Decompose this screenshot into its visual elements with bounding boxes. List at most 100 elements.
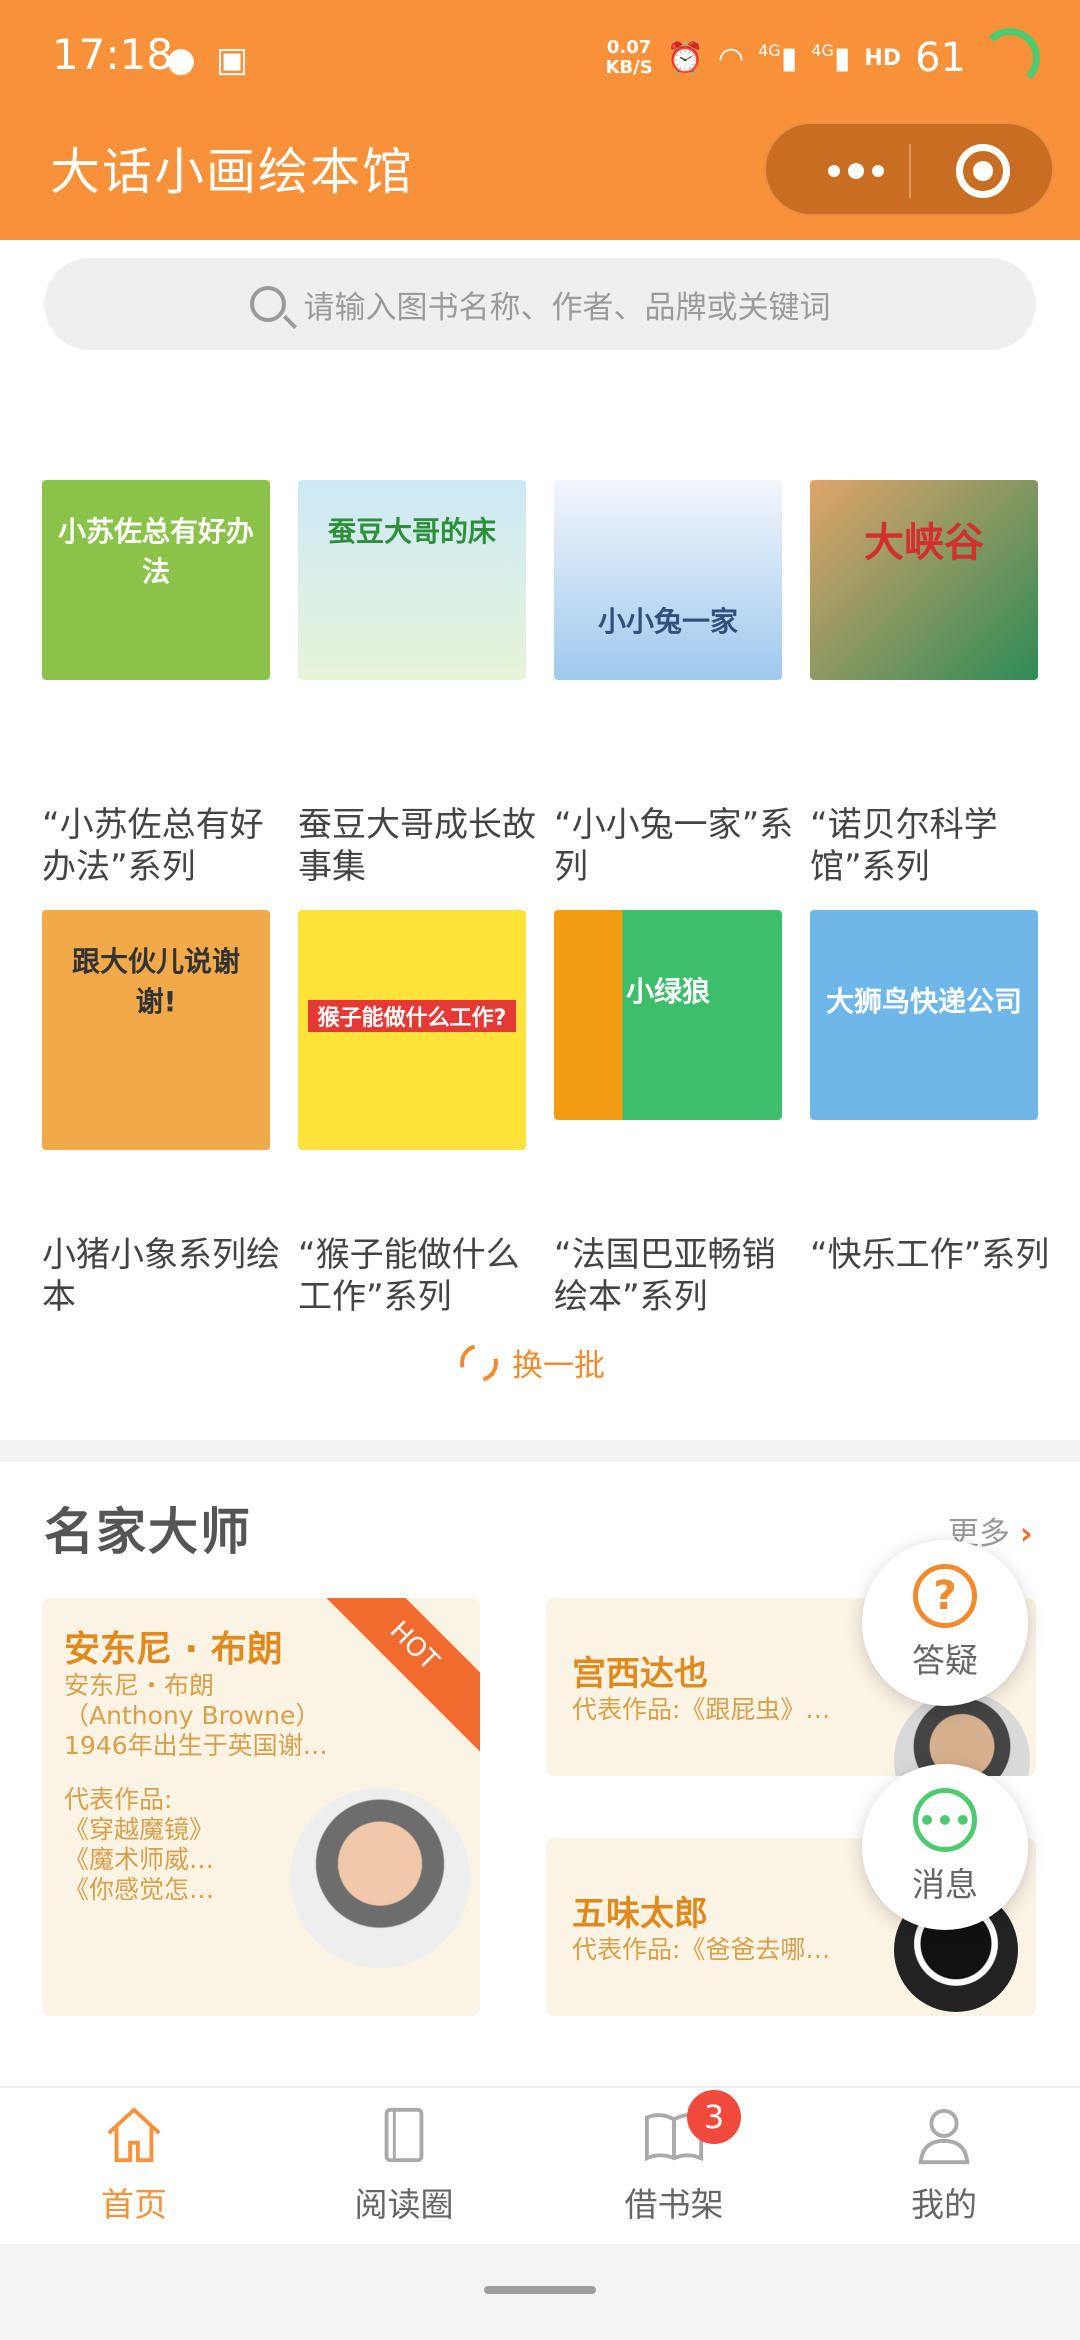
- mini-program-capsule: [764, 122, 1054, 216]
- book-cover-title: 猴子能做什么工作?: [308, 1000, 516, 1032]
- book-icon: [371, 2104, 437, 2170]
- system-nav-bar: [0, 2244, 1080, 2340]
- signal-a-icon: 4G▮: [758, 40, 798, 76]
- book-item[interactable]: 蚕豆大哥的床 蚕豆大哥成长故事集: [298, 480, 538, 887]
- book-item[interactable]: 猴子能做什么工作? “猴子能做什么工作”系列: [298, 910, 538, 1317]
- avatar: [894, 1692, 1030, 1776]
- open-book-icon: 3: [641, 2090, 741, 2170]
- status-time: 17:18: [52, 30, 174, 79]
- book-cover-title: 大峡谷: [864, 520, 984, 566]
- book-cover: 小苏佐总有好办法: [42, 480, 270, 680]
- wifi-icon: ◠: [718, 40, 745, 76]
- book-title: “法国巴亚畅销绘本”系列: [554, 1235, 776, 1317]
- book-cover-title: 蚕豆大哥的床: [327, 515, 496, 548]
- search-icon: [249, 286, 286, 322]
- book-cover: 跟大伙儿说谢谢!: [42, 910, 270, 1150]
- hot-badge: HOT: [302, 1598, 480, 1758]
- signal-b-icon: 4G▮: [811, 40, 851, 76]
- image-icon: ▣: [216, 40, 249, 80]
- home-icon: [101, 2104, 167, 2170]
- tab-reading-circle[interactable]: 阅读圈: [294, 2104, 514, 2226]
- book-cover: 猴子能做什么工作?: [298, 910, 526, 1150]
- work-item: 《你感觉怎…: [64, 1875, 215, 1904]
- question-icon: ?: [913, 1564, 977, 1628]
- book-item[interactable]: 大峡谷 “诺贝尔科学馆”系列: [810, 460, 1050, 887]
- dot-icon: [872, 165, 884, 177]
- master-name: 安东尼 · 布朗: [64, 1629, 283, 1670]
- book-title: 小猪小象系列绘本: [42, 1235, 280, 1317]
- battery-ring-icon: [980, 28, 1040, 88]
- faq-floating-button[interactable]: ? 答疑: [862, 1540, 1028, 1706]
- book-title: “猴子能做什么工作”系列: [298, 1235, 520, 1317]
- chat-bubble-icon: ●: [166, 40, 196, 80]
- book-title: “小小兔一家”系列: [554, 805, 794, 887]
- featured-master-card[interactable]: HOT 安东尼 · 布朗 安东尼・布朗 （Anthony Browne） 194…: [42, 1598, 480, 2016]
- top-header: 17:18 ● ▣ 0.07 KB/S ⏰ ◠ 4G▮ 4G▮ HD 61 大话…: [0, 0, 1080, 240]
- more-options-button[interactable]: [816, 146, 896, 196]
- signal-a-label: 4G: [758, 40, 781, 60]
- chevron-right-icon: ›: [1019, 1516, 1033, 1552]
- search-placeholder: 请输入图书名称、作者、品牌或关键词: [303, 289, 831, 326]
- book-cover: 大峡谷: [810, 480, 1038, 680]
- book-cover: 蚕豆大哥的床: [298, 480, 526, 680]
- master-works: 代表作品:《爸爸去哪…: [572, 1935, 831, 1964]
- tab-profile[interactable]: 我的: [834, 2104, 1054, 2226]
- book-title: 蚕豆大哥成长故事集: [298, 805, 536, 887]
- tab-label: 首页: [101, 2185, 167, 2224]
- book-item[interactable]: 大狮鸟快递公司 “快乐工作”系列: [810, 910, 1050, 1280]
- book-item[interactable]: 小小兔一家 “小小兔一家”系列: [554, 480, 794, 887]
- faq-label: 答疑: [912, 1641, 978, 1680]
- book-title: “诺贝尔科学馆”系列: [810, 805, 998, 887]
- signal-b-label: 4G: [811, 40, 834, 60]
- app-title: 大话小画绘本馆: [50, 143, 414, 201]
- refresh-label: 换一批: [512, 1348, 605, 1384]
- refresh-button[interactable]: 换一批: [453, 1336, 605, 1389]
- book-title: “小苏佐总有好办法”系列: [42, 805, 264, 887]
- refresh-icon: [453, 1336, 505, 1389]
- home-indicator[interactable]: [484, 2286, 596, 2294]
- tab-label: 我的: [911, 2185, 977, 2224]
- master-name: 宫西达也: [572, 1654, 708, 1694]
- status-bar: 17:18 ● ▣ 0.07 KB/S ⏰ ◠ 4G▮ 4G▮ HD 61: [0, 0, 1080, 116]
- master-name: 五味太郎: [572, 1894, 708, 1934]
- capsule-divider: [909, 144, 911, 198]
- message-icon: •••: [913, 1788, 977, 1852]
- bottom-tab-bar: 首页 阅读圈 3 借书架 我的: [0, 2086, 1080, 2244]
- network-speed-value: 0.07: [606, 37, 652, 58]
- close-target-button[interactable]: [956, 144, 1010, 198]
- book-cover-title: 小绿狼: [625, 975, 710, 1008]
- book-item[interactable]: 小绿狼 “法国巴亚畅销绘本”系列: [554, 910, 794, 1317]
- book-cover-title: 小小兔一家: [597, 605, 738, 638]
- master-works: 代表作品:《跟屁虫》…: [572, 1695, 831, 1724]
- section-divider: [0, 1440, 1080, 1462]
- message-floating-button[interactable]: ••• 消息: [862, 1764, 1028, 1930]
- battery-level: 61: [915, 35, 966, 81]
- tab-bookshelf[interactable]: 3 借书架: [564, 2090, 784, 2226]
- message-label: 消息: [912, 1865, 978, 1904]
- avatar: [290, 1788, 470, 1968]
- dot-icon: [848, 163, 864, 179]
- person-icon: [911, 2104, 977, 2170]
- hd-icon: HD: [864, 45, 902, 71]
- book-title: “快乐工作”系列: [810, 1235, 1050, 1275]
- book-cover-title: 跟大伙儿说谢谢!: [71, 945, 240, 1018]
- book-cover: 小绿狼: [554, 910, 782, 1120]
- network-speed: 0.07 KB/S: [605, 38, 652, 78]
- masters-title: 名家大师: [44, 1503, 252, 1561]
- alarm-icon: ⏰: [666, 40, 705, 76]
- search-input[interactable]: 请输入图书名称、作者、品牌或关键词: [44, 258, 1036, 350]
- tab-label: 借书架: [624, 2185, 724, 2224]
- master-info-line: 1946年出生于英国谢…: [64, 1731, 328, 1760]
- bookshelf-badge: 3: [687, 2090, 741, 2144]
- tab-home[interactable]: 首页: [24, 2104, 244, 2226]
- book-item[interactable]: 跟大伙儿说谢谢! 小猪小象系列绘本: [42, 910, 282, 1317]
- book-cover: 小小兔一家: [554, 480, 782, 680]
- status-right: 0.07 KB/S ⏰ ◠ 4G▮ 4G▮ HD 61: [605, 28, 1040, 88]
- book-cover-title: 小苏佐总有好办法: [57, 515, 254, 588]
- book-item[interactable]: 小苏佐总有好办法 “小苏佐总有好办法”系列: [42, 480, 282, 887]
- tab-label: 阅读圈: [354, 2185, 454, 2224]
- book-cover-title: 大狮鸟快递公司: [825, 985, 1022, 1018]
- book-cover: 大狮鸟快递公司: [810, 910, 1038, 1120]
- dot-icon: [828, 165, 840, 177]
- network-speed-unit: KB/S: [605, 57, 653, 78]
